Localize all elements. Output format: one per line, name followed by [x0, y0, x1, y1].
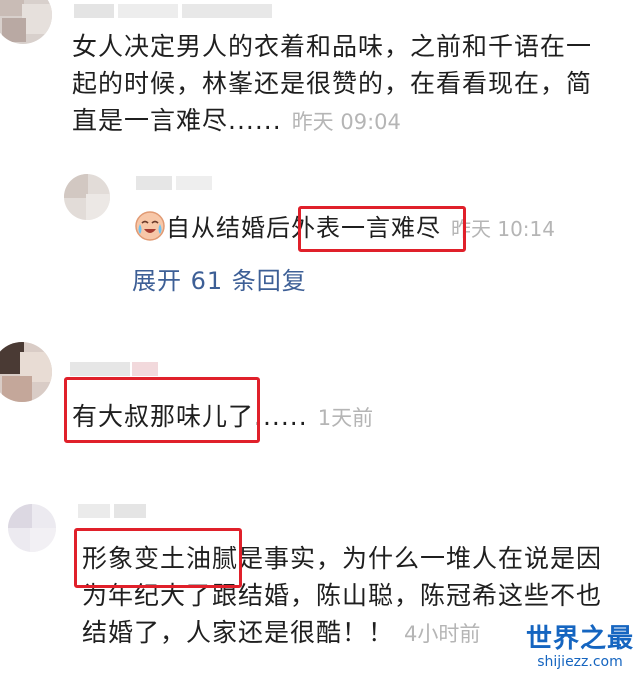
comment-body: 结婚了，人家还是很酷！！: [82, 618, 395, 647]
comment-timestamp: 4小时前: [404, 622, 481, 646]
site-watermark: 世界之最 shijiezz.com: [526, 624, 634, 670]
watermark-logo-text: 世界之最: [525, 624, 634, 654]
username-blurred[interactable]: [78, 504, 148, 518]
username-blurred[interactable]: [74, 4, 274, 18]
comment-body: 是事实，为什么一堆人在说是因: [238, 544, 603, 573]
watermark-url: shijiezz.com: [537, 654, 623, 670]
avatar[interactable]: [0, 342, 52, 402]
comment-body: ......: [254, 402, 308, 431]
highlight-box: [298, 206, 466, 252]
reply-timestamp: 昨天 10:14: [451, 217, 555, 241]
reply-username-blurred[interactable]: [136, 176, 216, 190]
comment-timestamp: 1天前: [317, 406, 374, 430]
comment-timestamp: 昨天 09:04: [291, 110, 401, 134]
comment-text: 女人决定男人的衣着和品味，之前和千语在一起的时候，林峯还是很赞的，在看看现在，简…: [72, 28, 612, 141]
expand-replies-link[interactable]: 展开 61 条回复: [132, 264, 307, 298]
reply-avatar[interactable]: [64, 174, 110, 220]
reply-prefix: 自从结婚后: [166, 214, 291, 242]
username-blurred[interactable]: [70, 362, 160, 376]
avatar[interactable]: [8, 504, 56, 552]
crying-laughing-emoji: [134, 210, 166, 242]
highlight-box: [74, 528, 242, 588]
avatar[interactable]: [0, 0, 52, 44]
highlight-box: [64, 377, 260, 443]
